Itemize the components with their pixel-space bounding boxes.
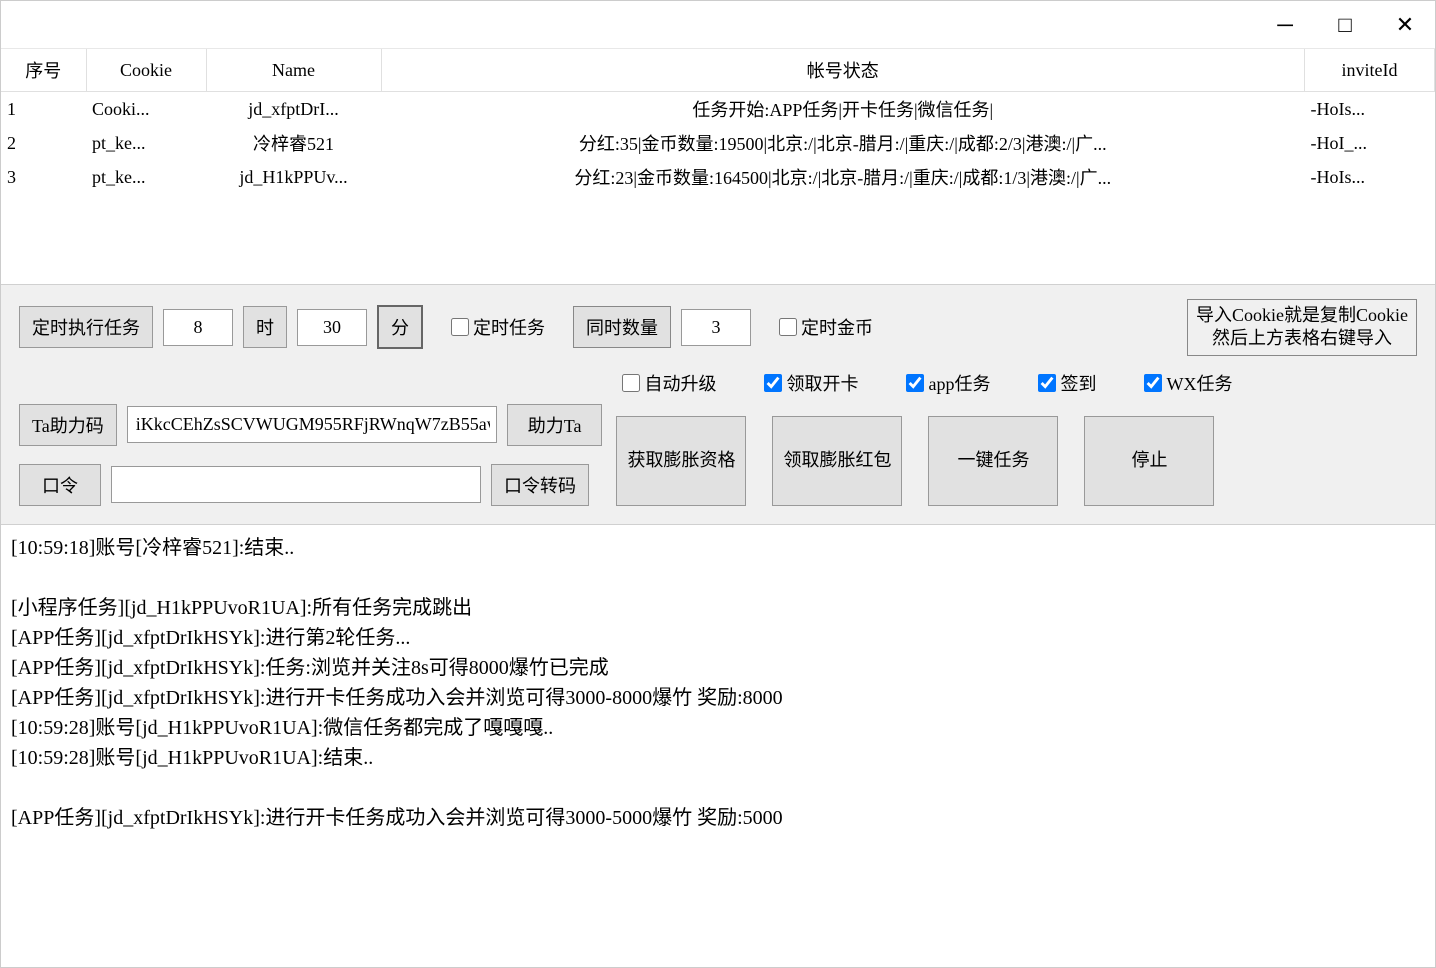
get-expand-qual-button[interactable]: 获取膨胀资格 <box>616 416 746 506</box>
chk-wx-task[interactable]: WX任务 <box>1144 370 1232 396</box>
th-name[interactable]: Name <box>206 49 381 92</box>
stop-button[interactable]: 停止 <box>1084 416 1214 506</box>
th-cookie[interactable]: Cookie <box>86 49 206 92</box>
concurrent-input[interactable] <box>681 309 751 346</box>
cell-name: 冷梓睿521 <box>206 126 381 160</box>
chk-get-card[interactable]: 领取开卡 <box>764 370 858 396</box>
cell-status: 分红:35|金币数量:19500|北京:/|北京-腊月:/|重庆:/|成都:2/… <box>381 126 1305 160</box>
close-button[interactable]: ✕ <box>1375 1 1435 48</box>
cell-cookie: pt_ke... <box>86 160 206 194</box>
accounts-table-wrap: 序号 Cookie Name 帐号状态 inviteId 1Cooki...jd… <box>1 49 1435 285</box>
accounts-table: 序号 Cookie Name 帐号状态 inviteId 1Cooki...jd… <box>1 49 1435 194</box>
cell-status: 分红:23|金币数量:164500|北京:/|北京-腊月:/|重庆:/|成都:1… <box>381 160 1305 194</box>
password-input[interactable] <box>111 466 481 503</box>
chk-app-task[interactable]: app任务 <box>906 370 990 396</box>
log-output[interactable]: [10:59:18]账号[冷梓睿521]:结束.. [小程序任务][jd_H1k… <box>1 525 1435 905</box>
ta-code-button[interactable]: Ta助力码 <box>19 404 117 446</box>
minute-unit: 分 <box>377 305 423 349</box>
table-row[interactable]: 3pt_ke...jd_H1kPPUv...分红:23|金币数量:164500|… <box>1 160 1435 194</box>
cell-status: 任务开始:APP任务|开卡任务|微信任务| <box>381 92 1305 127</box>
cell-name: jd_xfptDrI... <box>206 92 381 127</box>
password-button[interactable]: 口令 <box>19 464 101 506</box>
password-convert-button[interactable]: 口令转码 <box>491 464 589 506</box>
hour-unit: 时 <box>243 306 287 348</box>
control-panel: 定时执行任务 时 分 定时任务 同时数量 定时金币 导入Cookie就是复制Co… <box>1 285 1435 525</box>
hour-input[interactable] <box>163 309 233 346</box>
table-row[interactable]: 1Cooki...jd_xfptDrI...任务开始:APP任务|开卡任务|微信… <box>1 92 1435 127</box>
timed-exec-button[interactable]: 定时执行任务 <box>19 306 153 348</box>
th-index[interactable]: 序号 <box>1 49 86 92</box>
cell-invite: -HoIs... <box>1305 160 1435 194</box>
cell-idx: 1 <box>1 92 86 127</box>
ta-code-input[interactable] <box>127 406 497 443</box>
onekey-task-button[interactable]: 一键任务 <box>928 416 1058 506</box>
chk-signin[interactable]: 签到 <box>1038 370 1096 396</box>
help-ta-button[interactable]: 助力Ta <box>507 404 603 446</box>
cell-cookie: pt_ke... <box>86 126 206 160</box>
concurrent-label: 同时数量 <box>573 306 671 348</box>
cell-name: jd_H1kPPUv... <box>206 160 381 194</box>
cell-cookie: Cooki... <box>86 92 206 127</box>
minimize-button[interactable]: ─ <box>1255 1 1315 48</box>
minute-input[interactable] <box>297 309 367 346</box>
maximize-button[interactable]: □ <box>1315 1 1375 48</box>
cell-invite: -HoIs... <box>1305 92 1435 127</box>
th-invite[interactable]: inviteId <box>1305 49 1435 92</box>
import-hint: 导入Cookie就是复制Cookie 然后上方表格右键导入 <box>1187 299 1417 356</box>
chk-auto-upgrade[interactable]: 自动升级 <box>622 370 716 396</box>
chk-timed-task[interactable]: 定时任务 <box>451 314 545 340</box>
table-row[interactable]: 2pt_ke...冷梓睿521分红:35|金币数量:19500|北京:/|北京-… <box>1 126 1435 160</box>
cell-idx: 3 <box>1 160 86 194</box>
cell-invite: -HoI_... <box>1305 126 1435 160</box>
chk-timed-coin[interactable]: 定时金币 <box>779 314 873 340</box>
titlebar: ─ □ ✕ <box>1 1 1435 49</box>
get-expand-red-button[interactable]: 领取膨胀红包 <box>772 416 902 506</box>
th-status[interactable]: 帐号状态 <box>381 49 1305 92</box>
cell-idx: 2 <box>1 126 86 160</box>
